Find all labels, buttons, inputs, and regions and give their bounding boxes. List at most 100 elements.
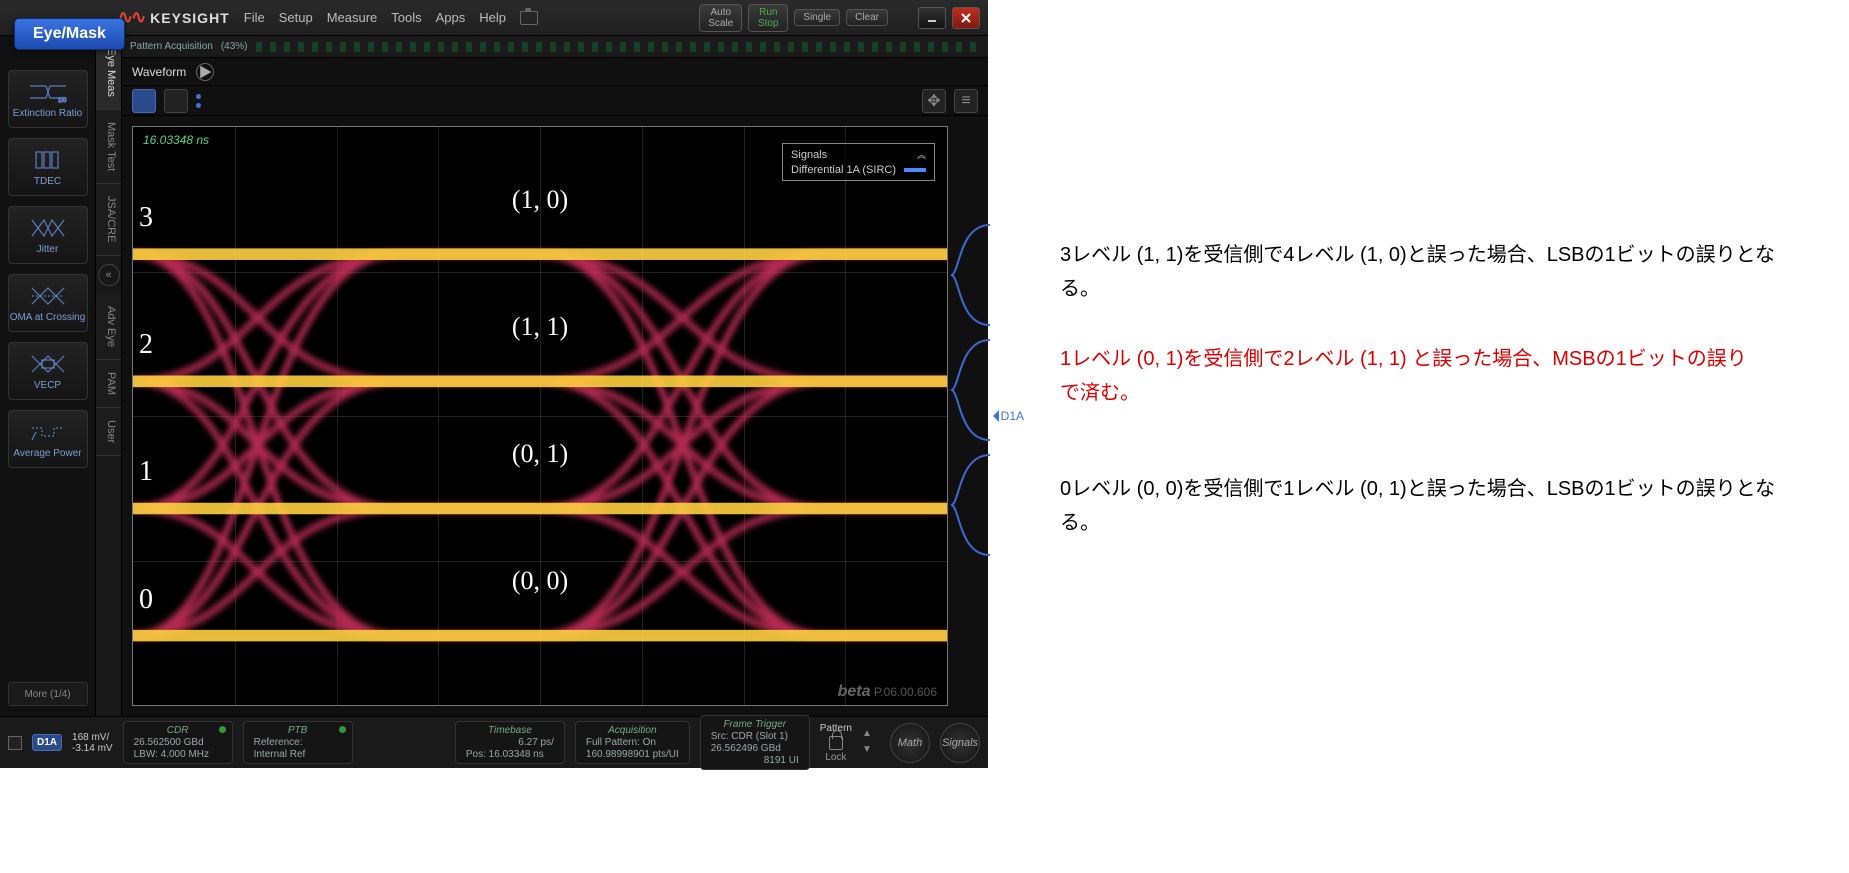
tool-oma-crossing[interactable]: OMA at Crossing bbox=[8, 274, 88, 332]
d1a-chip[interactable]: D1A bbox=[32, 734, 62, 751]
tool-label: Average Power bbox=[13, 448, 81, 459]
auto-scale-button[interactable]: Auto Scale bbox=[699, 4, 742, 32]
run-stop-button[interactable]: Run Stop bbox=[748, 4, 788, 32]
tool-label: Jitter bbox=[37, 244, 59, 255]
bits-11-label: (1, 1) bbox=[512, 312, 568, 342]
tool-jitter[interactable]: Jitter bbox=[8, 206, 88, 264]
tool-label: Extinction Ratio bbox=[13, 108, 82, 119]
pattern-label: Pattern Acquisition bbox=[130, 41, 213, 52]
group-title: Frame Trigger bbox=[711, 719, 799, 730]
waveform-toolbar: ✥ ≡ bbox=[122, 86, 988, 116]
beta-watermark: beta P.06.00.606 bbox=[838, 683, 937, 701]
group-line: Full Pattern: On bbox=[586, 737, 679, 748]
tool-label: OMA at Crossing bbox=[10, 312, 86, 323]
menu-hamburger-button[interactable]: ≡ bbox=[954, 89, 978, 113]
lock-label: Lock bbox=[825, 752, 846, 763]
tool-average-power[interactable]: Average Power bbox=[8, 410, 88, 468]
group-line: Reference: bbox=[254, 737, 342, 748]
menu-setup[interactable]: Setup bbox=[279, 10, 313, 25]
left-toolbar: 1/0 Extinction Ratio TDEC Jitter OMA at … bbox=[0, 36, 96, 716]
group-line: Pos: 16.03348 ns bbox=[466, 749, 554, 760]
display-mode-color-button[interactable] bbox=[132, 89, 156, 113]
signals-button[interactable]: Signals bbox=[940, 723, 980, 763]
status-dot-icon bbox=[339, 726, 346, 733]
status-dot-icon bbox=[219, 726, 226, 733]
pattern-acquisition-bar: Pattern Acquisition (43%) bbox=[122, 36, 988, 58]
status-frame-trigger[interactable]: Frame Trigger Src: CDR (Slot 1) 26.56249… bbox=[700, 715, 810, 770]
camera-icon[interactable] bbox=[520, 11, 538, 25]
status-timebase[interactable]: Timebase 6.27 ps/ Pos: 16.03348 ns bbox=[455, 721, 565, 764]
tool-label: VECP bbox=[34, 380, 61, 391]
group-line: 160.98998901 pts/UI bbox=[586, 749, 679, 760]
menu-help[interactable]: Help bbox=[479, 10, 506, 25]
tool-tdec[interactable]: TDEC bbox=[8, 138, 88, 196]
tab-jsa-cre[interactable]: JSA/CRE bbox=[96, 184, 121, 255]
menu-apps[interactable]: Apps bbox=[436, 10, 466, 25]
channel-scale-value: 168 mV/ -3.14 mV bbox=[72, 732, 113, 754]
lock-icon bbox=[829, 736, 843, 750]
tab-pam[interactable]: PAM bbox=[96, 360, 121, 408]
minimize-button[interactable] bbox=[918, 7, 946, 29]
status-bar: D1A 168 mV/ -3.14 mV CDR 26.562500 GBd L… bbox=[0, 716, 988, 768]
collapse-panel-button[interactable]: « bbox=[98, 264, 120, 286]
status-acquisition[interactable]: Acquisition Full Pattern: On 160.9899890… bbox=[575, 721, 690, 764]
options-dots-icon[interactable] bbox=[196, 94, 201, 108]
bits-10-label: (1, 0) bbox=[512, 185, 568, 215]
brace-icon bbox=[950, 335, 1000, 445]
tool-extinction-ratio[interactable]: 1/0 Extinction Ratio bbox=[8, 70, 88, 128]
menu-file[interactable]: File bbox=[244, 10, 265, 25]
annotation-text-2: 1レベル (0, 1)を受信側で2レベル (1, 1) と誤った場合、MSBの1… bbox=[1060, 342, 1760, 410]
group-title: CDR bbox=[134, 725, 222, 736]
group-title: Acquisition bbox=[586, 725, 679, 736]
group-title: Timebase bbox=[466, 725, 554, 736]
pattern-pct: (43%) bbox=[221, 41, 248, 52]
pan-tool-button[interactable]: ✥ bbox=[922, 89, 946, 113]
status-cdr[interactable]: CDR 26.562500 GBd LBW: 4.000 MHz bbox=[123, 721, 233, 764]
waveform-header: Waveform bbox=[122, 58, 988, 86]
side-tab-strip: Eye Meas Mask Test JSA/CRE « Adv Eye PAM… bbox=[96, 36, 122, 716]
group-line: 26.562500 GBd bbox=[134, 737, 222, 748]
group-line: 8191 UI bbox=[711, 755, 799, 766]
single-button[interactable]: Single bbox=[794, 9, 840, 26]
tab-user[interactable]: User bbox=[96, 408, 121, 456]
group-line: 6.27 ps/ bbox=[466, 737, 554, 748]
brand-logo: ∿∿ KEYSIGHT bbox=[118, 7, 230, 28]
tool-label: TDEC bbox=[34, 176, 61, 187]
group-line: 26.562496 GBd bbox=[711, 743, 799, 754]
annotation-text-3: 0レベル (0, 0)を受信側で1レベル (0, 1)と誤った場合、LSBの1ビ… bbox=[1060, 472, 1800, 540]
channel-checkbox[interactable] bbox=[8, 736, 22, 750]
tool-vecp[interactable]: VECP bbox=[8, 342, 88, 400]
annotation-text-1: 3レベル (1, 1)を受信側で4レベル (1, 0)と誤った場合、LSBの1ビ… bbox=[1060, 238, 1800, 306]
eye-mask-button[interactable]: Eye/Mask bbox=[14, 18, 125, 50]
level-0-label: 0 bbox=[139, 584, 153, 616]
main-panel: Pattern Acquisition (43%) Waveform ✥ ≡ bbox=[122, 36, 988, 716]
menu-measure[interactable]: Measure bbox=[327, 10, 378, 25]
group-line: LBW: 4.000 MHz bbox=[134, 749, 222, 760]
more-tools-button[interactable]: More (1/4) bbox=[8, 682, 88, 706]
pattern-pulse-icon bbox=[256, 42, 980, 52]
display-mode-mono-button[interactable] bbox=[164, 89, 188, 113]
level-1-label: 1 bbox=[139, 456, 153, 488]
bits-00-label: (0, 0) bbox=[512, 566, 568, 596]
pattern-lock[interactable]: Pattern Lock bbox=[820, 723, 852, 763]
group-title: PTB bbox=[254, 725, 342, 736]
plot-area: 16.03348 ns Signals ︽ Differential 1A (S… bbox=[122, 116, 988, 716]
waveform-title: Waveform bbox=[132, 65, 186, 79]
tab-mask-test[interactable]: Mask Test bbox=[96, 110, 121, 184]
menubar: ∿∿ KEYSIGHT File Setup Measure Tools App… bbox=[0, 0, 988, 36]
brace-icon bbox=[950, 450, 1000, 560]
group-line: Src: CDR (Slot 1) bbox=[711, 731, 799, 742]
brand-text: KEYSIGHT bbox=[150, 10, 230, 26]
menu-tools[interactable]: Tools bbox=[391, 10, 421, 25]
math-button[interactable]: Math bbox=[890, 723, 930, 763]
down-arrow-button[interactable]: ▼ bbox=[862, 744, 880, 758]
clear-button[interactable]: Clear bbox=[846, 9, 888, 26]
bits-01-label: (0, 1) bbox=[512, 439, 568, 469]
brace-icon bbox=[950, 220, 1000, 330]
up-arrow-button[interactable]: ▲ bbox=[862, 728, 880, 742]
eye-diagram-plot[interactable]: 16.03348 ns Signals ︽ Differential 1A (S… bbox=[132, 126, 948, 706]
tab-adv-eye[interactable]: Adv Eye bbox=[96, 294, 121, 360]
status-ptb[interactable]: PTB Reference: Internal Ref bbox=[243, 721, 353, 764]
play-button[interactable] bbox=[196, 63, 214, 81]
close-button[interactable] bbox=[952, 7, 980, 29]
